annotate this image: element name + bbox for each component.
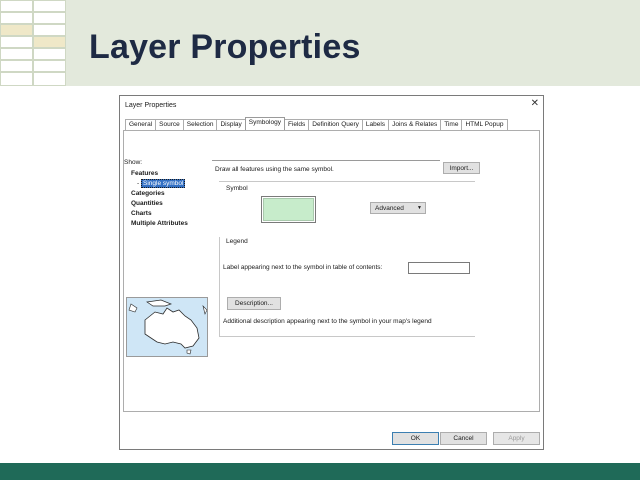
slide-title: Layer Properties xyxy=(89,28,361,66)
renderer-tree: Features - Single symbol Categories Quan… xyxy=(131,169,188,229)
tree-item-single-symbol-label[interactable]: Single symbol xyxy=(140,179,186,188)
symbol-swatch-button[interactable] xyxy=(261,196,316,223)
advanced-button-label: Advanced xyxy=(375,205,404,212)
close-icon[interactable]: ✕ xyxy=(531,99,539,109)
slide-header: Layer Properties xyxy=(0,0,640,86)
renderer-preview-map xyxy=(126,297,208,357)
label-prompt: Label appearing next to the symbol in ta… xyxy=(223,264,383,271)
apply-button[interactable]: Apply xyxy=(493,432,540,445)
tab-display[interactable]: Display xyxy=(216,119,246,130)
tab-source[interactable]: Source xyxy=(155,119,184,130)
tree-item-categories[interactable]: Categories xyxy=(131,189,188,199)
description-prompt: Additional description appearing next to… xyxy=(223,318,432,325)
show-label: Show: xyxy=(124,159,143,166)
tab-selection[interactable]: Selection xyxy=(182,119,218,130)
symbol-group-box xyxy=(219,181,475,229)
header-grid-decoration xyxy=(0,0,66,86)
tab-strip: General Source Selection Display Symbolo… xyxy=(125,117,508,130)
legend-label-input[interactable] xyxy=(408,262,470,274)
description-button[interactable]: Description... xyxy=(227,297,281,310)
ok-button[interactable]: OK xyxy=(392,432,439,445)
tree-item-quantities[interactable]: Quantities xyxy=(131,199,188,209)
tree-item-features[interactable]: Features xyxy=(131,169,188,179)
tab-symbology[interactable]: Symbology xyxy=(244,117,285,130)
import-button[interactable]: Import... xyxy=(443,162,480,174)
tree-item-multiple-attributes[interactable]: Multiple Attributes xyxy=(131,219,188,229)
dialog-title-bar: Layer Properties ✕ xyxy=(120,96,543,114)
tab-joins-relates[interactable]: Joins & Relates xyxy=(388,119,442,130)
tab-time[interactable]: Time xyxy=(440,119,463,130)
tab-general[interactable]: General xyxy=(125,119,157,130)
tab-fields[interactable]: Fields xyxy=(283,119,310,130)
advanced-button[interactable]: Advanced ▼ xyxy=(370,202,426,214)
legend-label: Legend xyxy=(225,238,249,245)
tree-item-charts[interactable]: Charts xyxy=(131,209,188,219)
australia-map-image xyxy=(127,298,207,356)
tab-html-popup[interactable]: HTML Popup xyxy=(461,119,508,130)
tab-labels[interactable]: Labels xyxy=(361,119,390,130)
layer-properties-dialog: Layer Properties ✕ General Source Select… xyxy=(119,95,544,450)
renderer-description: Draw all features using the same symbol. xyxy=(215,166,334,173)
slide-footer-bar xyxy=(0,463,640,480)
tree-item-single-symbol[interactable]: - Single symbol xyxy=(131,179,188,189)
dropdown-arrow-icon: ▼ xyxy=(417,205,422,211)
symbol-fill-preview xyxy=(263,198,314,221)
dialog-title: Layer Properties xyxy=(125,102,177,109)
symbol-label: Symbol xyxy=(225,185,249,192)
description-divider xyxy=(212,160,440,161)
tab-definition-query[interactable]: Definition Query xyxy=(308,119,363,130)
cancel-button[interactable]: Cancel xyxy=(440,432,487,445)
legend-divider xyxy=(219,336,475,337)
